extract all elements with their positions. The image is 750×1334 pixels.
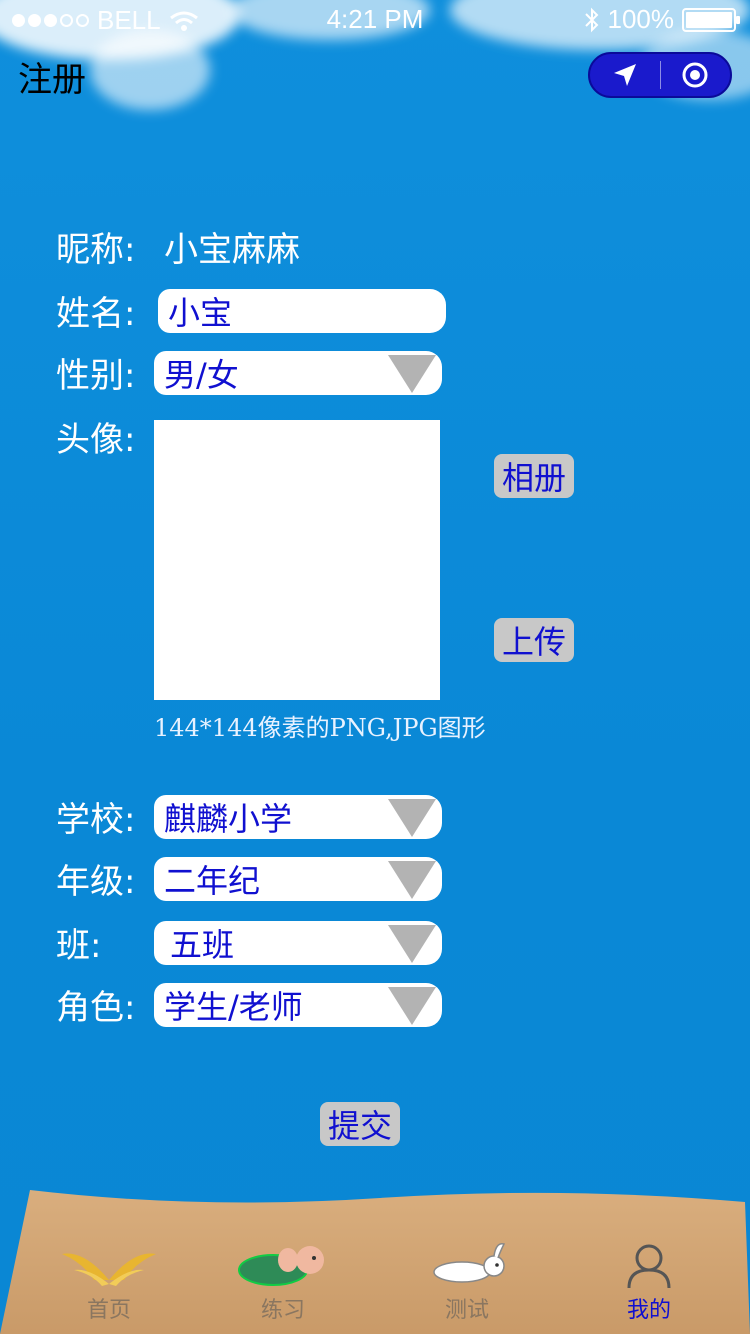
- tab-home-label: 首页: [86, 1298, 131, 1323]
- wings-icon: [62, 1253, 156, 1286]
- avatar-row: 头像:: [56, 412, 154, 461]
- tab-test-label: 测试: [444, 1298, 489, 1323]
- class-select[interactable]: 五班: [154, 920, 442, 965]
- class-row: 班: 五班: [56, 918, 442, 967]
- user-icon: [627, 1244, 671, 1289]
- rabbit-icon: [433, 1243, 506, 1283]
- tab-mine-label: 我的: [626, 1298, 671, 1323]
- dropdown-triangle-icon: [388, 986, 436, 1025]
- role-row: 角色: 学生/老师: [56, 980, 442, 1029]
- tab-practice-label: 练习: [260, 1298, 305, 1323]
- gender-select-value: 男/女: [164, 355, 239, 394]
- dropdown-triangle-icon: [388, 924, 436, 963]
- mini-program-capsule[interactable]: [588, 52, 732, 98]
- class-select-value: 五班: [170, 925, 235, 964]
- avatar-hint: 144*144像素的PNG,JPG图形: [154, 714, 486, 742]
- grade-select-value: 二年纪: [164, 861, 261, 900]
- bluetooth-icon: [584, 7, 598, 32]
- dropdown-triangle-icon: [388, 798, 436, 837]
- gender-row: 性别: 男/女: [56, 348, 442, 397]
- name-row: 姓名: 小宝: [56, 286, 446, 335]
- role-select[interactable]: 学生/老师: [154, 982, 442, 1027]
- cloud: [90, 30, 210, 110]
- close-target-button[interactable]: [660, 52, 730, 98]
- page-title: 注册: [18, 60, 86, 100]
- school-select[interactable]: 麒麟小学: [154, 794, 442, 839]
- school-select-value: 麒麟小学: [164, 799, 293, 838]
- battery-icon: [682, 7, 740, 32]
- status-right: 100%: [584, 4, 740, 35]
- nickname-value: 小宝麻麻: [164, 230, 300, 270]
- grade-select[interactable]: 二年纪: [154, 856, 442, 901]
- avatar-label: 头像:: [56, 420, 136, 460]
- dropdown-triangle-icon: [388, 860, 436, 899]
- status-bar: BELL 4:21 PM 100%: [0, 0, 750, 40]
- school-label: 学校:: [56, 800, 136, 840]
- upload-button[interactable]: 上传: [494, 618, 575, 662]
- turtle-icon: [238, 1246, 324, 1286]
- grade-row: 年级: 二年纪: [56, 854, 442, 903]
- class-label: 班:: [56, 926, 102, 966]
- name-input-value: 小宝: [168, 293, 233, 332]
- submit-button[interactable]: 提交: [320, 1102, 401, 1146]
- target-circle-icon: [682, 62, 708, 88]
- nickname-label: 昵称:: [56, 230, 136, 270]
- school-row: 学校: 麒麟小学: [56, 792, 442, 841]
- grade-label: 年级:: [56, 862, 136, 902]
- nickname-row: 昵称: 小宝麻麻: [56, 222, 300, 271]
- gender-label: 性别:: [56, 356, 136, 396]
- role-label: 角色:: [56, 988, 136, 1028]
- album-button[interactable]: 相册: [494, 454, 575, 498]
- avatar-preview[interactable]: [154, 420, 440, 700]
- dropdown-triangle-icon: [388, 354, 436, 393]
- location-button[interactable]: [590, 52, 660, 98]
- battery-percent: 100%: [607, 4, 675, 34]
- name-input[interactable]: 小宝: [158, 288, 446, 333]
- name-label: 姓名:: [56, 294, 136, 334]
- gender-select[interactable]: 男/女: [154, 350, 442, 395]
- role-select-value: 学生/老师: [164, 987, 303, 1026]
- location-arrow-icon: [613, 64, 636, 86]
